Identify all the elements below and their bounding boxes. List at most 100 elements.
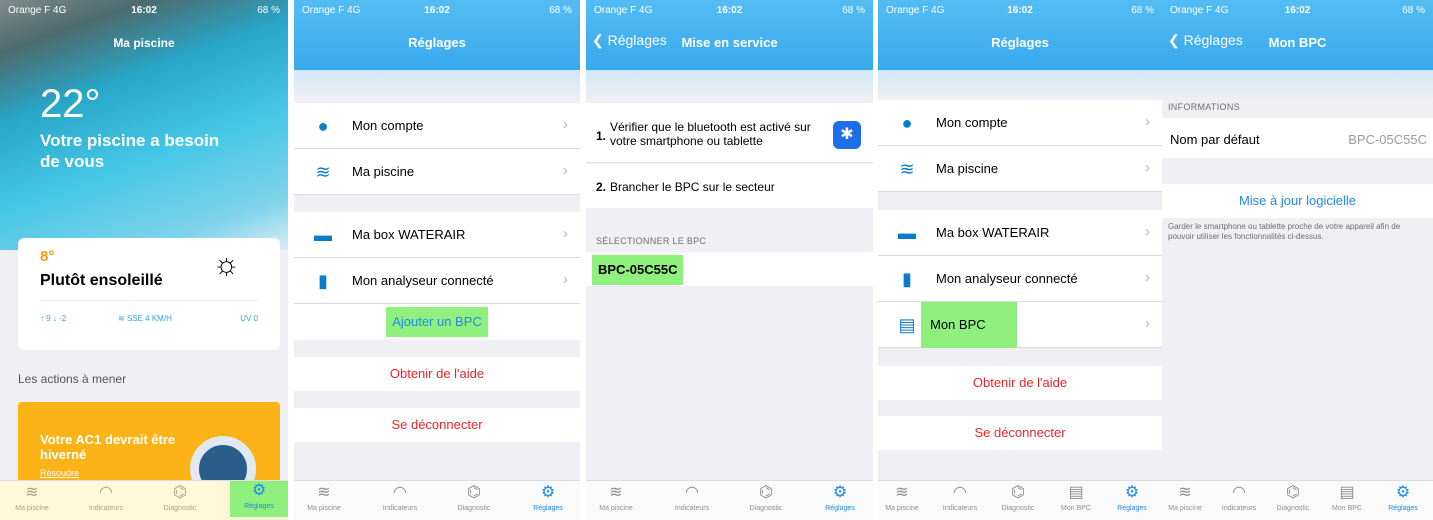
wind-icon: ≋ bbox=[118, 314, 127, 323]
tab-reglages[interactable]: ⚙ Réglages bbox=[810, 483, 870, 512]
name-value: BPC-05C55C bbox=[1348, 132, 1427, 147]
gear-icon: ⚙ bbox=[1395, 484, 1411, 501]
logout-button[interactable]: Se déconnecter bbox=[878, 416, 1162, 450]
tab-label: Indicateurs bbox=[1221, 505, 1257, 512]
tab-label: Diagnostic bbox=[457, 505, 491, 512]
row-mon-bpc[interactable]: ▤ Mon BPC › bbox=[878, 302, 1162, 348]
chevron-right-icon: › bbox=[563, 225, 568, 242]
tab-label: Ma piscine bbox=[885, 505, 919, 512]
step-2: 2. Brancher le BPC sur le secteur bbox=[586, 164, 873, 208]
software-update-button[interactable]: Mise à jour logicielle bbox=[1162, 184, 1433, 218]
nav-shadow bbox=[878, 70, 1162, 100]
tab-bar: ≋ Ma piscine ◠ Indicateurs ⌬ Diagnostic ⚙ Ré… bbox=[586, 480, 873, 520]
tab-ma-piscine[interactable]: ≋ Ma piscine bbox=[1162, 483, 1212, 512]
row-label: Mon analyseur connecté bbox=[936, 271, 1078, 286]
add-bpc-button[interactable]: Ajouter un BPC bbox=[386, 307, 488, 337]
gauge-icon: ◠ bbox=[953, 484, 967, 501]
row-ma-piscine[interactable]: ≋ Ma piscine › bbox=[294, 149, 580, 195]
tab-label: Indicateurs bbox=[674, 505, 710, 512]
tab-diagnostic[interactable]: ⌬ Diagnostic bbox=[150, 483, 210, 512]
nav-shadow bbox=[294, 70, 580, 100]
row-label: Ma box WATERAIR bbox=[936, 225, 1050, 240]
battery: 68 % bbox=[842, 5, 865, 16]
row-analyseur[interactable]: ▮ Mon analyseur connecté › bbox=[294, 258, 580, 304]
tab-ma-piscine[interactable]: ≋ Ma piscine bbox=[2, 483, 62, 512]
row-analyseur[interactable]: ▮ Mon analyseur connecté › bbox=[878, 256, 1162, 302]
box-icon: ▬ bbox=[314, 225, 332, 245]
row-mon-compte[interactable]: ● Mon compte › bbox=[878, 100, 1162, 146]
sun-icon: ☼ bbox=[212, 248, 241, 281]
tab-reglages[interactable]: ⚙ Réglages bbox=[1104, 483, 1160, 512]
chevron-right-icon: › bbox=[1145, 113, 1150, 130]
help-button[interactable]: Obtenir de l'aide bbox=[878, 366, 1162, 400]
tab-indicateurs[interactable]: ◠ Indicateurs bbox=[662, 483, 722, 512]
tab-mon-bpc[interactable]: ▤ Mon BPC bbox=[1048, 483, 1104, 512]
step-text: Brancher le BPC sur le secteur bbox=[610, 180, 775, 194]
wind: ≋ SSE 4 KM/H bbox=[118, 314, 172, 323]
section-header: INFORMATIONS bbox=[1168, 102, 1240, 112]
nav-bar: Orange F 4G 16:02 68 % Réglages bbox=[878, 0, 1162, 70]
user-icon: ● bbox=[901, 113, 913, 133]
gear-icon: ⚙ bbox=[832, 484, 848, 501]
tab-diagnostic[interactable]: ⌬ Diagnostic bbox=[736, 483, 796, 512]
tab-label: Diagnostic bbox=[749, 505, 783, 512]
pool-icon: ≋ bbox=[609, 484, 623, 501]
tab-label: Ma piscine bbox=[307, 505, 341, 512]
clock: 16:02 bbox=[716, 5, 743, 16]
tab-label: Diagnostic bbox=[1276, 505, 1310, 512]
analyzer-icon: ▮ bbox=[902, 269, 912, 289]
tab-ma-piscine[interactable]: ≋ Ma piscine bbox=[294, 483, 354, 512]
tab-label: Ma piscine bbox=[599, 505, 633, 512]
nav-bar: Orange F 4G 16:02 68 % ❮ Réglages Mise e… bbox=[586, 0, 873, 70]
row-mon-compte[interactable]: ● Mon compte › bbox=[294, 103, 580, 149]
pool-icon: ≋ bbox=[895, 484, 909, 501]
action-card[interactable]: Votre AC1 devrait être hiverné Résoudre bbox=[18, 402, 280, 486]
bpc-icon: ▤ bbox=[898, 315, 916, 335]
tab-indicateurs[interactable]: ◠ Indicateurs bbox=[76, 483, 136, 512]
diagnostic-icon: ⌬ bbox=[467, 484, 481, 501]
uv-index: UV 0 bbox=[240, 314, 258, 323]
help-button[interactable]: Obtenir de l'aide bbox=[294, 357, 580, 391]
tab-label: Ma piscine bbox=[1168, 505, 1202, 512]
device-bpc-item[interactable]: BPC-05C55C bbox=[592, 255, 684, 285]
tab-reglages[interactable]: ⚙ Réglages bbox=[230, 481, 288, 517]
gear-icon: ⚙ bbox=[1124, 484, 1140, 501]
tab-label: Indicateurs bbox=[88, 505, 124, 512]
gauge-icon: ◠ bbox=[99, 484, 113, 501]
page-title: Ma piscine bbox=[113, 36, 175, 50]
tab-indicateurs[interactable]: ◠ Indicateurs bbox=[932, 483, 988, 512]
nav-bar: Orange F 4G 16:02 68 % ❮ Réglages Mon BP… bbox=[1162, 0, 1433, 70]
tab-indicateurs[interactable]: ◠ Indicateurs bbox=[1212, 483, 1266, 512]
min-max: ↑ 9 ↓ -2 bbox=[40, 314, 67, 323]
step-1: 1. Vérifier que le bluetooth est activé … bbox=[586, 103, 873, 163]
wind-value: SSE 4 KM/H bbox=[126, 314, 172, 323]
status-bar: Orange F 4G 16:02 68 % bbox=[586, 5, 873, 19]
nav-shadow bbox=[1162, 70, 1433, 100]
tab-reglages[interactable]: ⚙ Réglages bbox=[518, 483, 578, 512]
tab-diagnostic[interactable]: ⌬ Diagnostic bbox=[444, 483, 504, 512]
tab-ma-piscine[interactable]: ≋ Ma piscine bbox=[586, 483, 646, 512]
analyzer-icon: ▮ bbox=[318, 271, 328, 291]
row-box-waterair[interactable]: ▬ Ma box WATERAIR › bbox=[878, 210, 1162, 256]
row-label: Mon compte bbox=[936, 115, 1008, 130]
tab-label: Réglages bbox=[1117, 505, 1147, 512]
tab-label: Ma piscine bbox=[15, 505, 49, 512]
screen-mon-bpc: Orange F 4G 16:02 68 % ❮ Réglages Mon BP… bbox=[1162, 0, 1433, 520]
logout-button[interactable]: Se déconnecter bbox=[294, 408, 580, 442]
default-name-row: Nom par défaut BPC-05C55C bbox=[1162, 118, 1433, 158]
row-ma-piscine[interactable]: ≋ Ma piscine › bbox=[878, 146, 1162, 192]
tab-mon-bpc[interactable]: ▤ Mon BPC bbox=[1320, 483, 1374, 512]
tab-ma-piscine[interactable]: ≋ Ma piscine bbox=[878, 483, 930, 512]
pool-icon: ≋ bbox=[899, 159, 915, 179]
tab-diagnostic[interactable]: ⌬ Diagnostic bbox=[990, 483, 1046, 512]
tab-diagnostic[interactable]: ⌬ Diagnostic bbox=[1266, 483, 1320, 512]
status-bar: Orange F 4G 16:02 68 % bbox=[1162, 5, 1433, 19]
chevron-right-icon: › bbox=[1145, 159, 1150, 176]
tab-reglages[interactable]: ⚙ Réglages bbox=[1376, 483, 1430, 512]
chevron-right-icon: › bbox=[563, 162, 568, 179]
battery: 68 % bbox=[1402, 5, 1425, 16]
page-title: Mise en service bbox=[681, 35, 778, 50]
row-box-waterair[interactable]: ▬ Ma box WATERAIR › bbox=[294, 212, 580, 258]
tab-indicateurs[interactable]: ◠ Indicateurs bbox=[370, 483, 430, 512]
resolve-link[interactable]: Résoudre bbox=[40, 468, 79, 478]
